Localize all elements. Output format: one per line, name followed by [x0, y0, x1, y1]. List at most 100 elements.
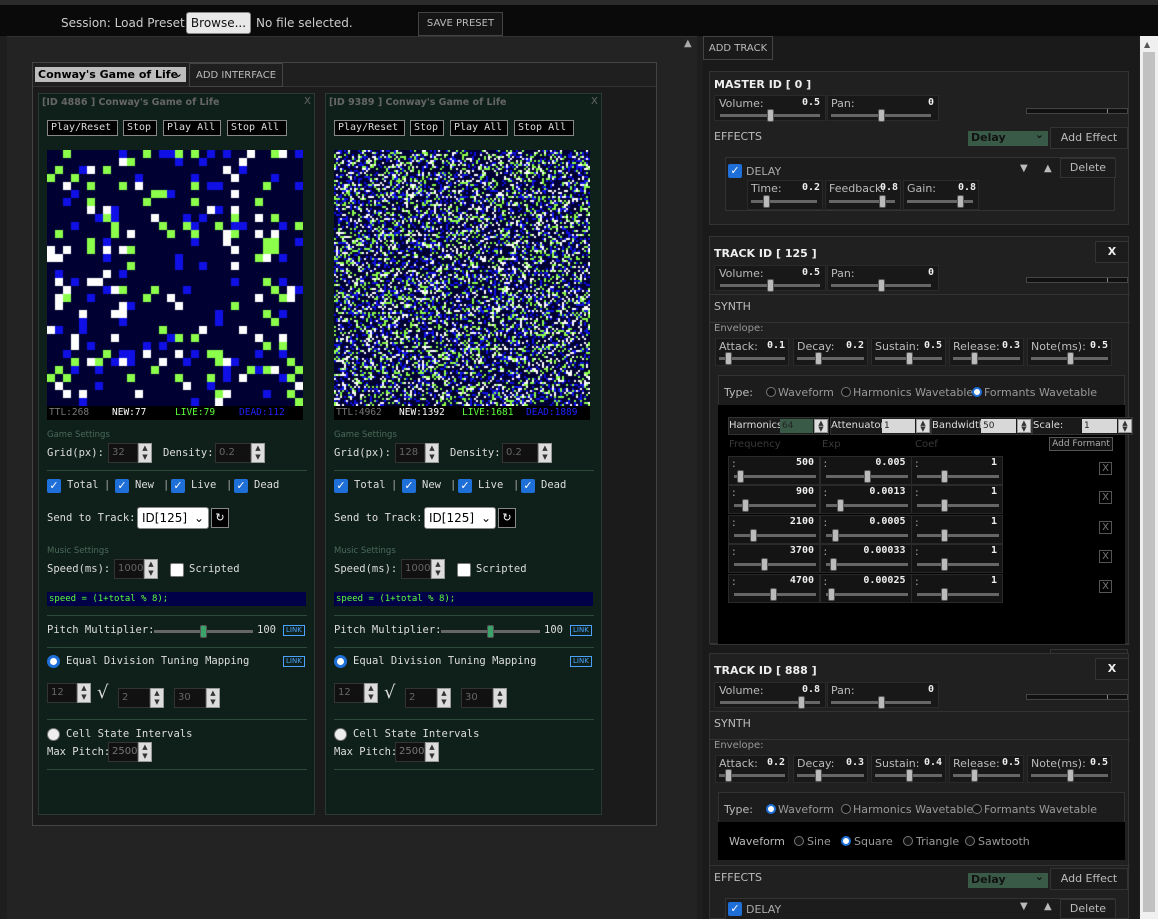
attenuator-input[interactable]: 1: [882, 419, 915, 433]
scrollbar[interactable]: ▲: [1140, 36, 1158, 919]
send-to-track-select[interactable]: ID[125] ⌄: [424, 507, 496, 529]
browse-button[interactable]: Browse...: [186, 12, 251, 34]
formant-coef-slider[interactable]: [917, 558, 999, 572]
formant-exp-slider[interactable]: [825, 528, 908, 542]
formant-frequency-slider[interactable]: [734, 587, 816, 601]
formant-frequency-slider[interactable]: [734, 470, 816, 483]
live-checkbox[interactable]: ✓: [458, 479, 472, 493]
refresh-icon[interactable]: ↻: [498, 508, 516, 528]
pan-slider[interactable]: [831, 279, 931, 292]
delete-effect-button[interactable]: Delete: [1060, 158, 1116, 178]
formant-coef-slider[interactable]: [917, 499, 999, 513]
delay-enabled-checkbox[interactable]: ✓: [728, 902, 742, 916]
cell-state-radio[interactable]: [47, 728, 60, 741]
note-slider[interactable]: [1031, 352, 1108, 365]
waveform-sawtooth-radio[interactable]: [965, 836, 975, 846]
stop-button[interactable]: Stop: [410, 120, 444, 136]
delete-effect-button[interactable]: Delete: [1060, 899, 1116, 919]
edo-divisions-input[interactable]: 12: [47, 683, 77, 703]
formant-frequency-slider[interactable]: [734, 528, 816, 542]
total-checkbox[interactable]: ✓: [334, 479, 348, 493]
new-checkbox[interactable]: ✓: [115, 479, 129, 493]
speed-input[interactable]: 1000: [401, 559, 431, 579]
cell-state-radio[interactable]: [334, 728, 347, 741]
scroll-up-icon[interactable]: ▲: [684, 38, 696, 52]
dead-checkbox[interactable]: ✓: [234, 479, 248, 493]
play-reset-button[interactable]: Play/Reset: [47, 120, 118, 136]
formant-exp-slider[interactable]: [825, 470, 908, 483]
edo-link-button[interactable]: LINK: [570, 656, 592, 667]
decay-slider[interactable]: [797, 352, 864, 365]
formant-coef-slider[interactable]: [917, 587, 999, 601]
sustain-slider[interactable]: [875, 769, 942, 782]
type-harmonics-wavetable-radio[interactable]: [841, 804, 851, 814]
formant-frequency-slider[interactable]: [734, 499, 816, 513]
scale-input[interactable]: 1: [1082, 419, 1117, 433]
edo-divisions-input[interactable]: 12: [334, 683, 364, 703]
release-slider[interactable]: [953, 769, 1020, 782]
add-formant-button[interactable]: Add Formant: [1049, 437, 1113, 451]
stop-all-button[interactable]: Stop All: [227, 120, 287, 136]
time-slider[interactable]: [751, 195, 817, 208]
scale-stepper[interactable]: ▲ ▼: [1118, 419, 1132, 433]
edo-link-button[interactable]: LINK: [283, 656, 305, 667]
play-all-button[interactable]: Play All: [450, 120, 508, 136]
scripted-checkbox[interactable]: [457, 563, 471, 577]
decay-slider[interactable]: [797, 769, 864, 782]
attack-slider[interactable]: [719, 769, 785, 782]
move-up-icon[interactable]: ▲: [1044, 901, 1052, 912]
speed-input[interactable]: 1000: [114, 559, 144, 579]
live-checkbox[interactable]: ✓: [171, 479, 185, 493]
add-track-button[interactable]: ADD TRACK: [703, 36, 773, 60]
type-waveform-radio[interactable]: [766, 387, 776, 397]
bandwidth-stepper[interactable]: ▲ ▼: [1017, 419, 1031, 433]
edo-divisions-stepper[interactable]: ▲ ▼: [364, 683, 378, 703]
density-stepper[interactable]: ▲ ▼: [538, 443, 552, 463]
scroll-up-arrow-icon[interactable]: ▲: [1144, 40, 1150, 49]
waveform-square-radio[interactable]: [841, 836, 851, 846]
close-icon[interactable]: X: [591, 96, 598, 107]
formant-exp-slider[interactable]: [825, 558, 908, 572]
edo-radio[interactable]: [334, 655, 347, 668]
edo-radio[interactable]: [47, 655, 60, 668]
formant-frequency-slider[interactable]: [734, 558, 816, 572]
type-waveform-radio[interactable]: [766, 804, 776, 814]
sustain-slider[interactable]: [875, 352, 942, 365]
delay-enabled-checkbox[interactable]: ✓: [728, 164, 742, 178]
formant-coef-slider[interactable]: [917, 470, 999, 483]
waveform-triangle-radio[interactable]: [903, 836, 913, 846]
formant-exp-slider[interactable]: [825, 499, 908, 513]
play-all-button[interactable]: Play All: [163, 120, 221, 136]
edo-offset-input[interactable]: 30: [461, 688, 493, 708]
volume-slider[interactable]: [720, 279, 820, 292]
pan-slider[interactable]: [831, 109, 931, 122]
edo-offset-stepper[interactable]: ▲ ▼: [206, 688, 220, 708]
stop-button[interactable]: Stop: [123, 120, 157, 136]
move-down-icon[interactable]: ▼: [1020, 163, 1028, 174]
release-slider[interactable]: [953, 352, 1020, 365]
density-stepper[interactable]: ▲ ▼: [251, 443, 265, 463]
scrollbar-thumb[interactable]: [1143, 52, 1155, 912]
max-pitch-input[interactable]: 2500: [108, 742, 138, 762]
refresh-icon[interactable]: ↻: [211, 508, 229, 528]
effect-select[interactable]: Delay: [968, 128, 1048, 146]
script-editor[interactable]: speed = (1+total % 8);: [47, 592, 306, 606]
remove-formant-icon[interactable]: X: [1099, 550, 1112, 564]
dead-checkbox[interactable]: ✓: [521, 479, 535, 493]
life-grid[interactable]: [47, 150, 303, 406]
move-up-icon[interactable]: ▲: [1044, 163, 1052, 174]
grid-input[interactable]: 32: [108, 443, 138, 463]
gain-slider[interactable]: [907, 195, 973, 208]
formant-exp-slider[interactable]: [825, 587, 908, 601]
grid-stepper[interactable]: ▲ ▼: [425, 443, 439, 463]
max-pitch-input[interactable]: 2500: [395, 742, 425, 762]
play-reset-button[interactable]: Play/Reset: [334, 120, 405, 136]
volume-slider[interactable]: [720, 109, 820, 122]
attenuator-stepper[interactable]: ▲ ▼: [916, 419, 930, 433]
grid-input[interactable]: 128: [395, 443, 425, 463]
close-icon[interactable]: X: [304, 96, 311, 107]
bandwidth-input[interactable]: 50: [981, 419, 1016, 433]
attack-slider[interactable]: [719, 352, 785, 365]
remove-formant-icon[interactable]: X: [1099, 520, 1112, 534]
save-preset-button[interactable]: SAVE PRESET: [418, 12, 503, 36]
